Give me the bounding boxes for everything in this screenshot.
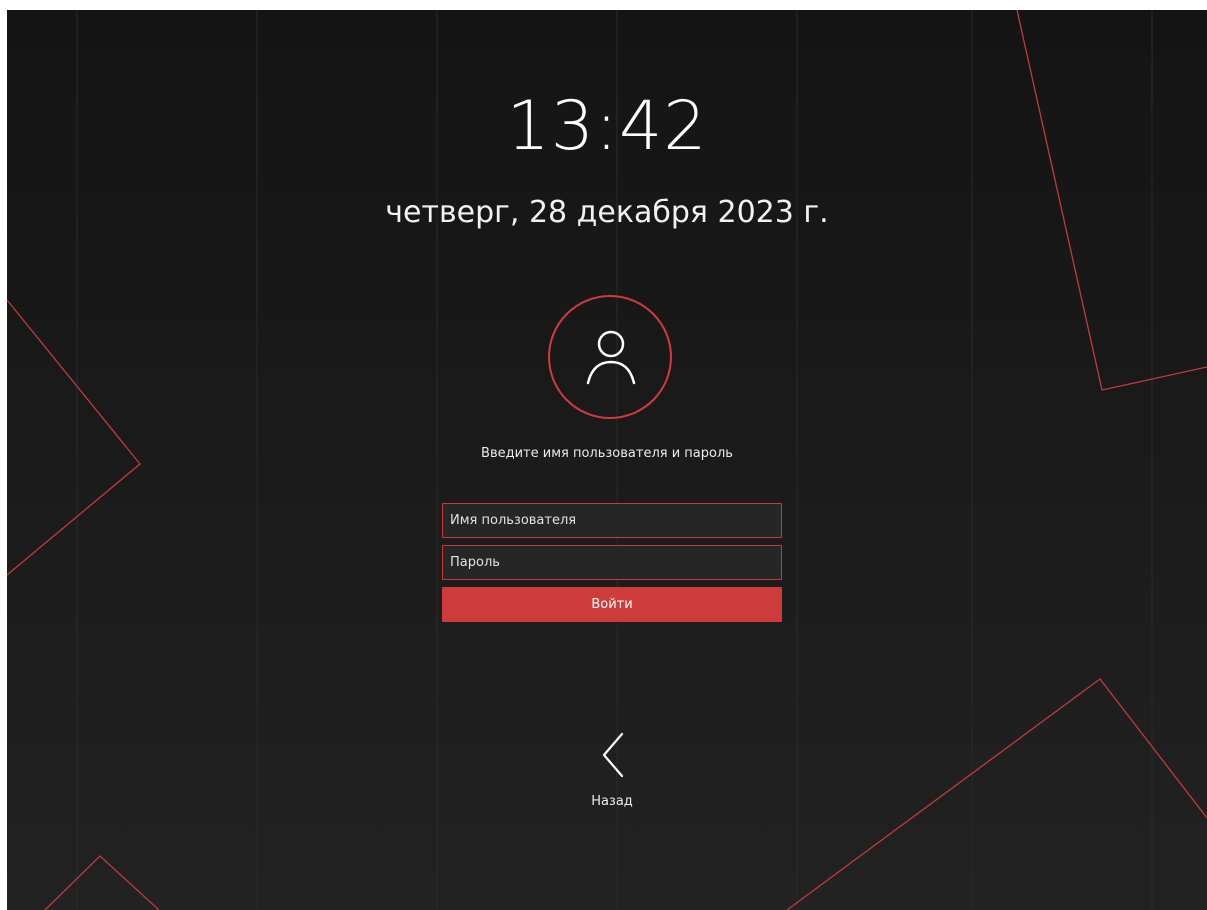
login-button[interactable]: Войти [442, 587, 782, 622]
username-input[interactable] [442, 503, 782, 538]
back-button[interactable]: Назад [562, 725, 662, 815]
back-label: Назад [591, 794, 633, 809]
user-icon [586, 330, 636, 385]
current-date: четверг, 28 декабря 2023 г. [385, 195, 829, 230]
chevron-left-icon [602, 732, 624, 778]
avatar [548, 295, 672, 419]
clock-time: 13:42 [506, 87, 708, 166]
password-input[interactable] [442, 545, 782, 580]
login-prompt: Введите имя пользователя и пароль [481, 446, 733, 461]
lock-screen: 13:42 четверг, 28 декабря 2023 г. Введит… [7, 10, 1207, 910]
